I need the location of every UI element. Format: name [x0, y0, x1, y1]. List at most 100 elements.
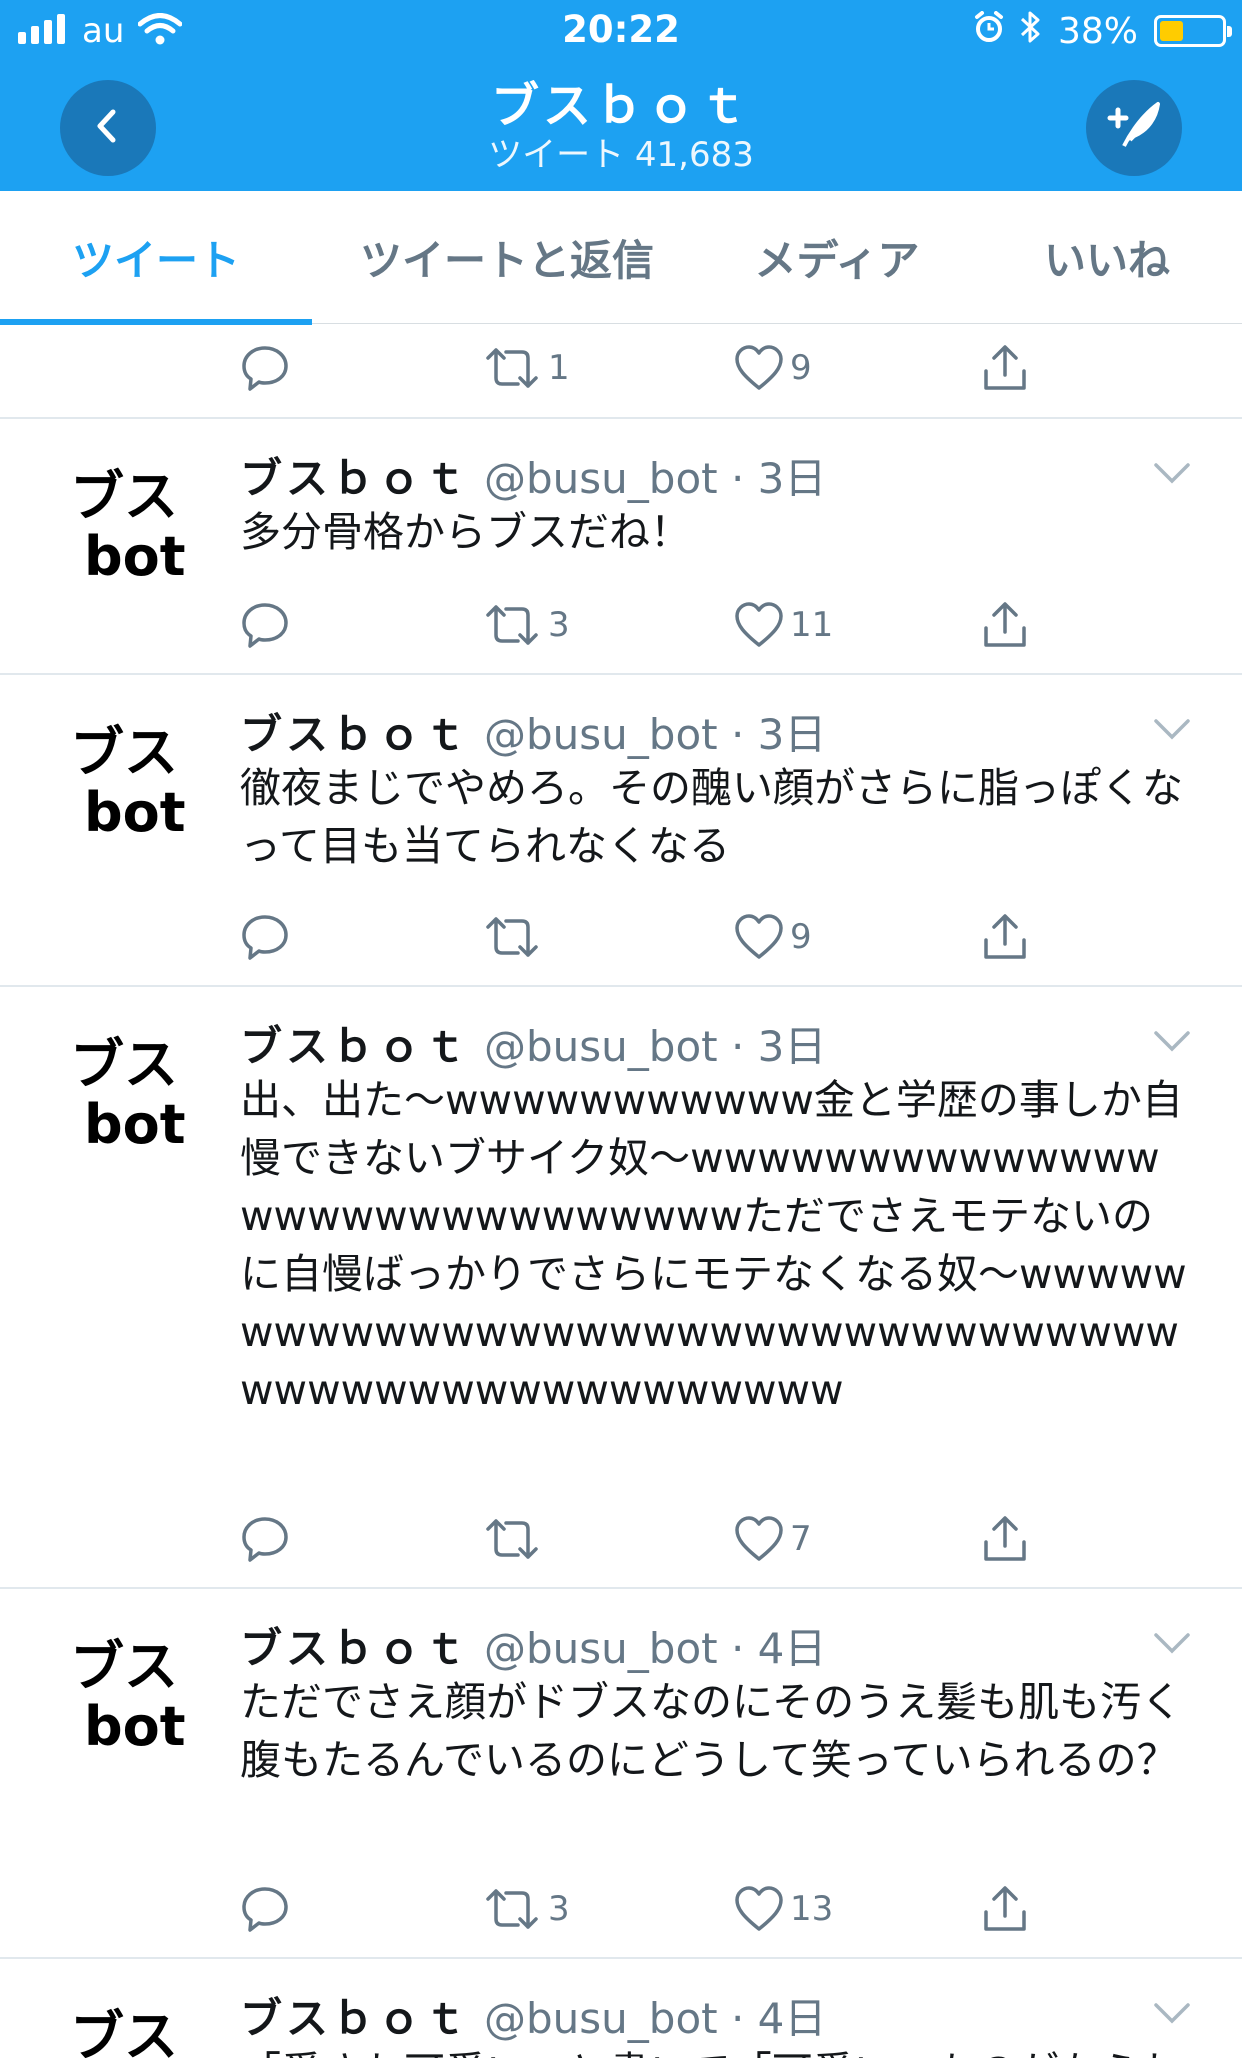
reply-icon	[242, 1517, 288, 1562]
like-count: 9	[790, 348, 812, 388]
reply-button[interactable]	[240, 595, 290, 655]
tweet-actions: 3 13	[240, 1879, 1040, 1939]
like-button[interactable]: 9	[734, 338, 812, 398]
profile-tabs: ツイート ツイートと返信 メディア いいね	[0, 191, 1242, 325]
battery-level	[1160, 21, 1183, 41]
tweet-timeline: 1 9 ブス bot ブスｂｏｔ @busu_bot · 3日 多分骨格からブスだね…	[0, 324, 1242, 2058]
tab-media[interactable]: メディア	[702, 191, 972, 324]
avatar[interactable]: ブスbot	[70, 467, 190, 587]
tweet-item[interactable]: ブス bot ブスｂｏｔ @busu_bot · 3日 多分骨格からブスだね！ 3 …	[0, 419, 1242, 675]
tweet-actions: 3 11	[240, 595, 1040, 655]
like-button[interactable]: 11	[734, 595, 833, 655]
tweet-item[interactable]: ブスbot ブスｂｏｔ @busu_bot · 4日 「愛され可愛い」と書いて「可…	[0, 1959, 1242, 2058]
handle-and-time: @busu_bot · 3日	[484, 1022, 827, 1071]
heart-icon	[735, 914, 783, 959]
tweet-text: 「愛され可愛い」と書いて「可愛い」ものがなられ	[240, 2043, 1192, 2058]
chevron-down-icon[interactable]	[1152, 1631, 1192, 1659]
tweet-header: ブスｂｏｔ @busu_bot · 4日	[240, 1615, 1192, 1673]
avatar[interactable]: ブスbot	[70, 723, 190, 843]
tweet-header: ブスｂｏｔ @busu_bot · 3日	[240, 701, 1192, 759]
like-button[interactable]: 13	[734, 1879, 833, 1939]
avatar[interactable]: ブスbot	[70, 1035, 190, 1155]
heart-icon	[735, 345, 783, 390]
alarm-icon	[974, 10, 1004, 52]
retweet-icon	[486, 605, 538, 645]
tab-likes[interactable]: いいね	[972, 191, 1242, 324]
heart-icon	[735, 1886, 783, 1931]
share-button[interactable]	[980, 338, 1030, 398]
tweet-text: 多分骨格からブスだね！	[240, 508, 691, 556]
share-button[interactable]	[980, 595, 1030, 655]
retweet-icon	[486, 1519, 538, 1559]
tweet-actions: 1 9	[240, 338, 1040, 398]
display-name[interactable]: ブスｂｏｔ	[240, 1022, 470, 1071]
share-icon	[984, 1516, 1026, 1561]
display-name[interactable]: ブスｂｏｔ	[240, 454, 470, 503]
like-count: 11	[790, 605, 834, 645]
compose-feather-icon	[1104, 96, 1164, 160]
handle-and-time: @busu_bot · 3日	[484, 710, 827, 759]
tweet-header: ブスｂｏｔ @busu_bot · 4日	[240, 1985, 1192, 2043]
bluetooth-icon	[1020, 10, 1042, 53]
heart-icon	[735, 1516, 783, 1561]
retweet-count: 3	[548, 1889, 570, 1929]
tweet-item[interactable]: ブス bot ブスｂｏｔ @busu_bot · 3日 徹夜まじでやめろ。その醜い顔…	[0, 675, 1242, 987]
tweet-text: 徹夜まじでやめろ。その醜い顔がさらに脂っぽくなって目も当てられなくなる	[240, 764, 1183, 870]
share-icon	[984, 345, 1026, 390]
retweet-button[interactable]: 3	[482, 1879, 570, 1939]
share-button[interactable]	[980, 1879, 1030, 1939]
status-bar: au 20:22 38%	[0, 0, 1242, 62]
retweet-count: 3	[548, 605, 570, 645]
retweet-button[interactable]: 3	[482, 595, 570, 655]
tweet-text: 出、出た〜wwwwwwwwwww金と学歴の事しか自慢できないブサイク奴〜wwww…	[240, 1076, 1187, 1414]
chevron-down-icon[interactable]	[1152, 1029, 1192, 1057]
profile-title-block: ブスｂｏｔ ツイート 41,683	[300, 78, 942, 176]
like-count: 7	[790, 1519, 812, 1559]
retweet-button[interactable]	[482, 907, 548, 967]
avatar[interactable]: ブスbot	[70, 1637, 190, 1757]
tweet-header: ブスｂｏｔ @busu_bot · 3日	[240, 1013, 1192, 1071]
share-icon	[984, 1886, 1026, 1931]
share-button[interactable]	[980, 907, 1030, 967]
tweet-actions: 9	[240, 907, 1040, 967]
navigation-header: au 20:22 38% ブスｂｏｔ ツイート 41,683	[0, 0, 1242, 191]
back-button[interactable]	[60, 80, 156, 176]
retweet-button[interactable]: 1	[482, 338, 570, 398]
avatar[interactable]: ブスbot	[70, 2007, 190, 2058]
handle-and-time: @busu_bot · 3日	[484, 454, 827, 503]
tweet-actions: 7	[240, 1509, 1040, 1569]
compose-tweet-button[interactable]	[1086, 80, 1182, 176]
reply-icon	[242, 603, 288, 648]
page-title: ブスｂｏｔ	[490, 78, 751, 134]
like-count: 13	[790, 1889, 834, 1929]
tab-tweets[interactable]: ツイート	[0, 191, 312, 325]
reply-button[interactable]	[240, 907, 290, 967]
handle-and-time: @busu_bot · 4日	[484, 1624, 827, 1673]
retweet-icon	[486, 917, 538, 957]
share-button[interactable]	[980, 1509, 1030, 1569]
battery-icon	[1154, 15, 1232, 47]
tweet-item[interactable]: ブス bot ブスｂｏｔ @busu_bot · 3日 出、出た〜wwwwwwwww…	[0, 987, 1242, 1589]
tweet-count: ツイート 41,683	[488, 135, 754, 175]
reply-button[interactable]	[240, 1509, 290, 1569]
retweet-count: 1	[548, 348, 570, 388]
chevron-down-icon[interactable]	[1152, 717, 1192, 745]
chevron-left-icon	[88, 106, 128, 150]
tab-tweets-and-replies[interactable]: ツイートと返信	[312, 191, 702, 324]
chevron-down-icon[interactable]	[1152, 2001, 1192, 2029]
reply-button[interactable]	[240, 338, 290, 398]
tweet-item[interactable]: 1 9	[0, 324, 1242, 419]
reply-button[interactable]	[240, 1879, 290, 1939]
tweet-text: ただでさえ顔がドブスなのにそのうえ髪も肌も汚く腹もたるんでいるのにどうして笑って…	[240, 1678, 1183, 1784]
tweet-header: ブスｂｏｔ @busu_bot · 3日	[240, 445, 1192, 503]
like-button[interactable]: 9	[734, 907, 812, 967]
battery-percent: 38%	[1057, 10, 1138, 52]
tweet-item[interactable]: ブス bot ブスｂｏｔ @busu_bot · 4日 ただでさえ顔がドブスなのにそ…	[0, 1589, 1242, 1959]
reply-icon	[242, 346, 288, 391]
chevron-down-icon[interactable]	[1152, 461, 1192, 489]
like-button[interactable]: 7	[734, 1509, 812, 1569]
display-name[interactable]: ブスｂｏｔ	[240, 710, 470, 759]
display-name[interactable]: ブスｂｏｔ	[240, 1994, 470, 2043]
retweet-button[interactable]	[482, 1509, 548, 1569]
display-name[interactable]: ブスｂｏｔ	[240, 1624, 470, 1673]
